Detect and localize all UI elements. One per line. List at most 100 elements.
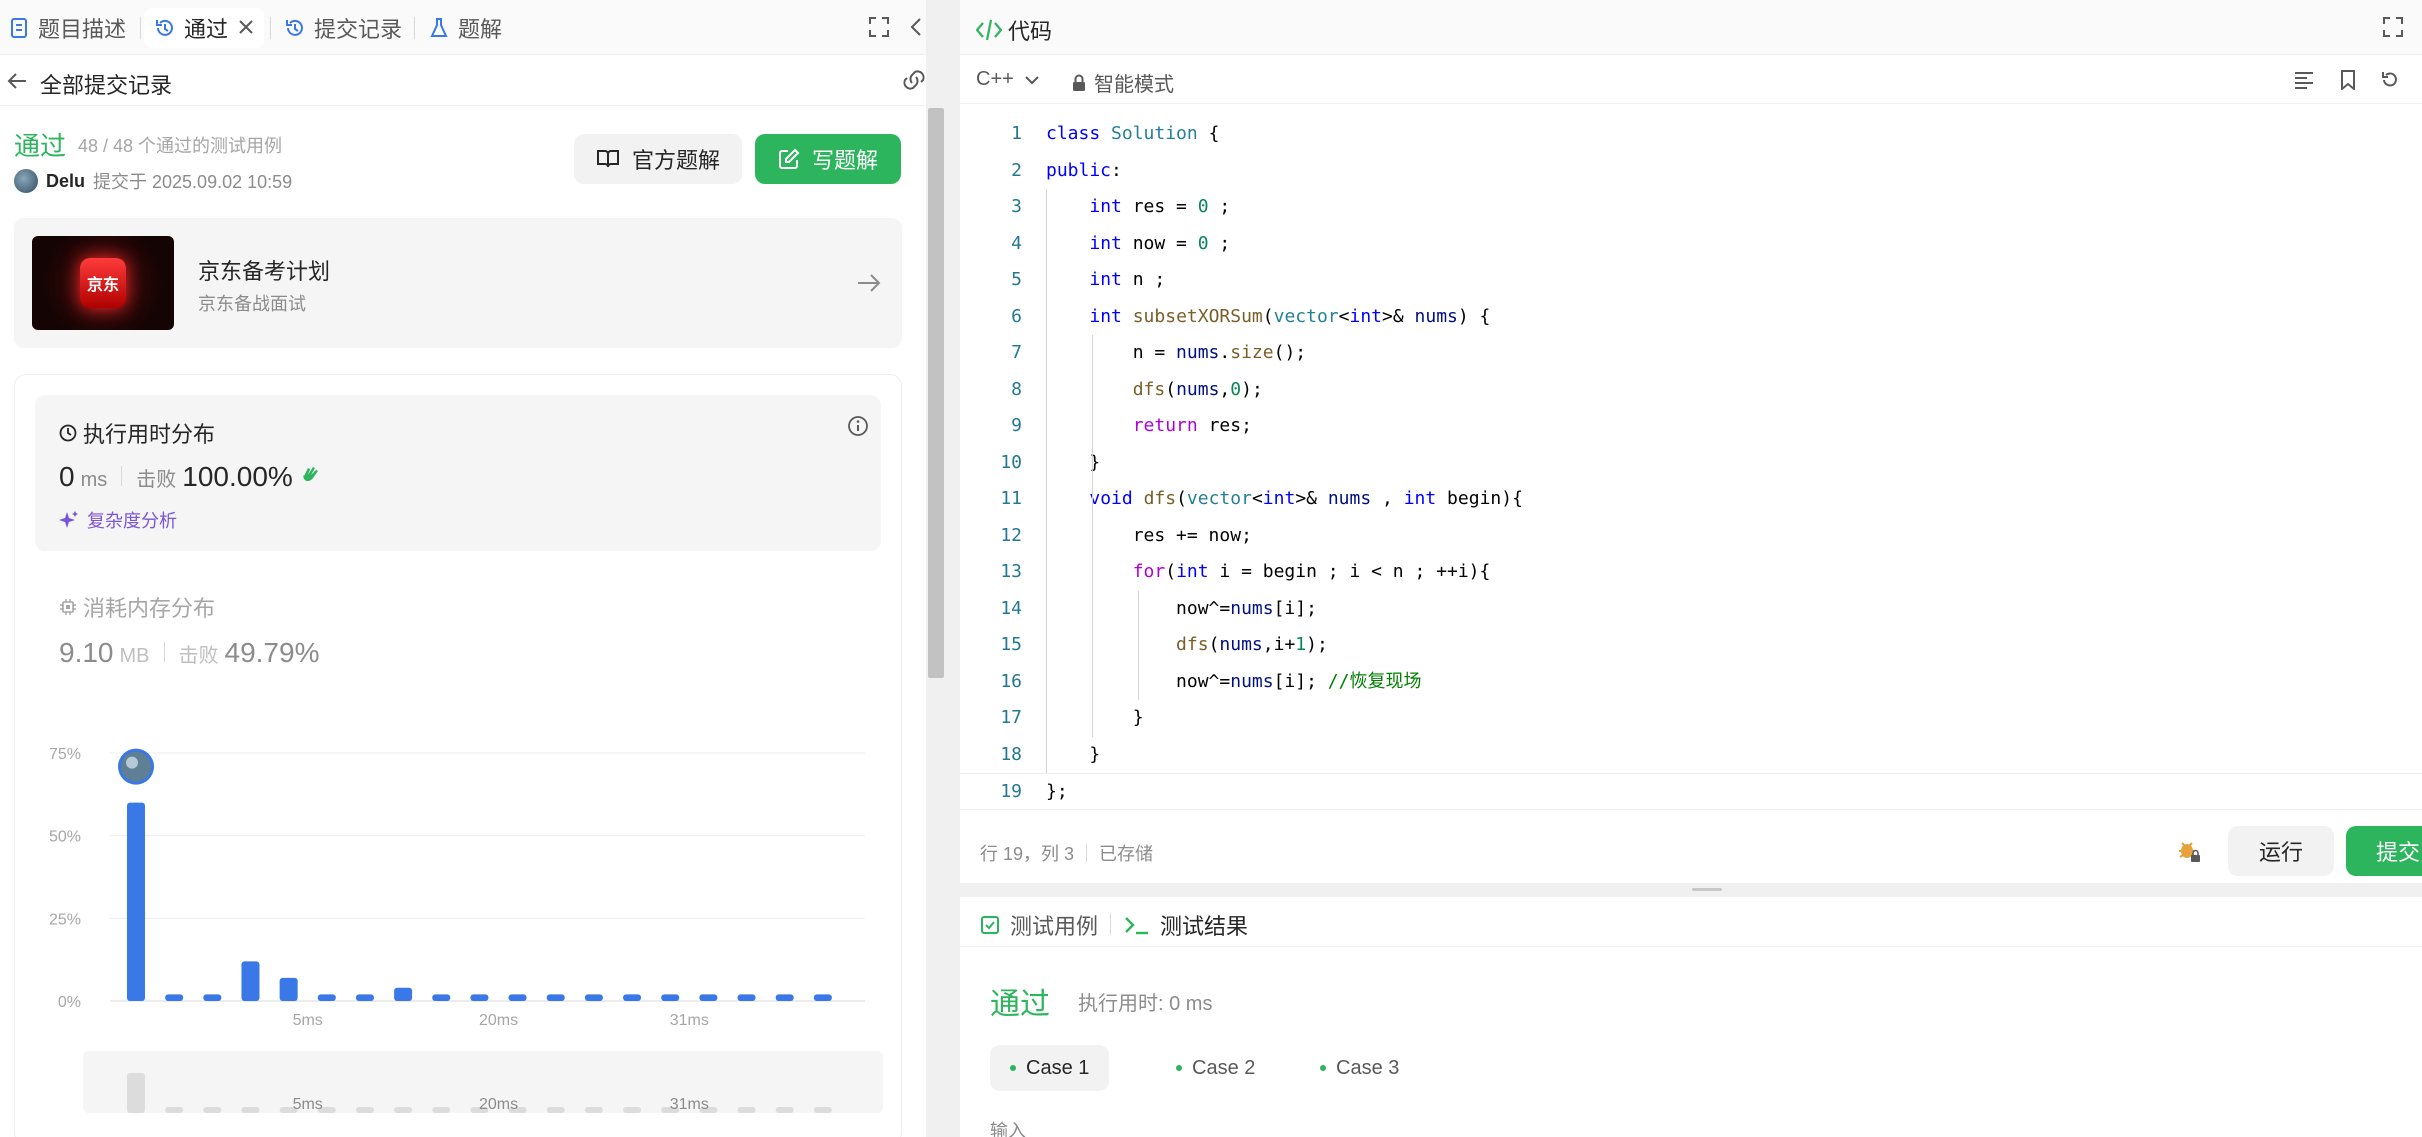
code-line[interactable]: 11 void dfs(vector<int>& nums , int begi…	[960, 481, 2422, 518]
line-number: 11	[1000, 488, 1022, 509]
editor-header: 代码	[960, 0, 2422, 55]
debug-lock-icon[interactable]	[2176, 838, 2202, 864]
tab-passed[interactable]: 通过	[144, 8, 265, 48]
line-number: 14	[1000, 597, 1022, 619]
code-line[interactable]: 9 return res;	[960, 408, 2422, 445]
terminal-icon	[1125, 917, 1148, 935]
chart-bar	[355, 994, 374, 1001]
code-line[interactable]: 16 now^=nums[i]; //恢复现场	[960, 664, 2422, 701]
close-icon[interactable]	[238, 15, 254, 41]
line-number: 4	[1011, 232, 1022, 254]
code-line[interactable]: 1 class Solution {	[960, 116, 2422, 153]
all-submissions-link[interactable]: 全部提交记录	[40, 68, 172, 100]
runtime-distribution-chart[interactable]: 75% 50% 25% 0% 5ms 20ms 31ms 5ms 20ms 31ms	[15, 375, 903, 1137]
code-text: dfs(nums,0);	[1132, 378, 1263, 400]
performance-card: 执行用时分布 0 ms 击败 100.00% 复杂度分析 消耗内存分布 9.10…	[14, 374, 902, 1137]
code-text: int now = 0 ;	[1089, 232, 1231, 254]
submit-button[interactable]: 提交	[2346, 826, 2422, 876]
line-number: 16	[1000, 670, 1022, 692]
write-solution-button[interactable]: 写题解	[755, 134, 901, 184]
checkbox-icon	[981, 916, 999, 934]
tab-submissions[interactable]: 提交记录	[284, 8, 402, 48]
code-line[interactable]: 17 }	[960, 700, 2422, 737]
overview-bar	[623, 1107, 642, 1113]
code-line[interactable]: 18 }	[960, 737, 2422, 774]
x-tick-label: 20ms	[479, 1012, 518, 1029]
chevron-left-icon[interactable]	[906, 12, 926, 42]
line-number: 8	[1011, 378, 1022, 400]
line-number: 3	[1011, 196, 1022, 217]
overview-bar	[394, 1107, 413, 1113]
fullscreen-icon[interactable]	[2378, 12, 2408, 42]
fullscreen-icon[interactable]	[864, 12, 894, 42]
code-line[interactable]: 6 int subsetXORSum(vector<int>& nums) {	[960, 299, 2422, 336]
overview-tick-label: 31ms	[670, 1096, 709, 1113]
x-tick-label: 31ms	[670, 1012, 709, 1029]
code-text: res += now;	[1046, 524, 1252, 546]
breadcrumb: 全部提交记录	[0, 56, 926, 106]
horizontal-splitter[interactable]	[960, 883, 2422, 897]
code-line[interactable]: 8 dfs(nums,0);	[960, 372, 2422, 409]
tab-solutions[interactable]: 题解	[428, 8, 502, 48]
username[interactable]: Delu	[46, 171, 85, 192]
reset-icon[interactable]	[2376, 66, 2404, 94]
chart-bar	[241, 961, 260, 1001]
code-line[interactable]: 19};	[960, 773, 2422, 810]
code-text: dfs(nums,i+1);	[1176, 634, 1328, 655]
left-scrollbar[interactable]	[928, 108, 944, 678]
history-icon	[284, 17, 306, 39]
tab-divider	[414, 17, 415, 39]
code-line[interactable]: 3 int res = 0 ;	[960, 189, 2422, 226]
overview-bar	[432, 1107, 451, 1113]
splitter-grip	[1692, 888, 1722, 891]
code-line[interactable]: 12 res += now;	[960, 518, 2422, 555]
chart-bar	[394, 987, 413, 1001]
overview-bar	[241, 1107, 260, 1113]
code-text: }	[1046, 707, 1144, 728]
overview-bar	[737, 1107, 756, 1113]
tab-divider	[270, 17, 271, 39]
tab-testcase[interactable]: 测试用例	[980, 909, 1098, 941]
avatar[interactable]	[14, 169, 38, 193]
divider	[1086, 844, 1088, 862]
chart-bar	[661, 994, 680, 1001]
overview-bar	[775, 1107, 794, 1113]
case-tab-2[interactable]: Case 2	[1156, 1045, 1275, 1091]
chart-bar	[813, 994, 832, 1001]
chart-bar	[737, 994, 756, 1001]
format-icon[interactable]	[2290, 66, 2318, 94]
status-dot	[1176, 1065, 1182, 1071]
code-line[interactable]: 15 dfs(nums,i+1);	[960, 627, 2422, 664]
smart-mode-toggle[interactable]: 智能模式	[1072, 68, 1174, 97]
code-line[interactable]: 7 n = nums.size();	[960, 335, 2422, 372]
code-line[interactable]: 14 now^=nums[i];	[960, 591, 2422, 628]
flask-icon	[428, 17, 450, 39]
tab-description[interactable]: 题目描述	[8, 8, 126, 48]
code-text: class Solution {	[1046, 123, 1220, 144]
code-line[interactable]: 4 int now = 0 ;	[960, 226, 2422, 263]
case-tab-3[interactable]: Case 3	[1300, 1045, 1419, 1091]
promo-card[interactable]: 京东 京东备考计划 京东备战面试	[14, 218, 902, 348]
line-number: 7	[1011, 342, 1022, 363]
arrow-left-icon[interactable]	[4, 68, 30, 94]
indent-guide	[1046, 189, 1047, 773]
tab-test-result[interactable]: 测试结果	[1124, 909, 1248, 941]
chart-bar	[317, 994, 336, 1001]
code-line[interactable]: 2 public:	[960, 153, 2422, 190]
submission-status: 通过	[14, 131, 67, 161]
code-line[interactable]: 10 }	[960, 445, 2422, 482]
line-number: 5	[1011, 269, 1022, 290]
run-button[interactable]: 运行	[2228, 826, 2334, 876]
code-text: return res;	[1132, 415, 1252, 436]
official-solution-button[interactable]: 官方题解	[574, 134, 742, 184]
arrow-right-icon	[854, 268, 884, 298]
line-number: 19	[1000, 781, 1022, 802]
code-editor-panel: 代码 C++ 智能模式 1 class Solution {2 public: 3 i…	[960, 0, 2422, 883]
bookmark-icon[interactable]	[2334, 66, 2362, 94]
case-tab-1[interactable]: Case 1	[990, 1045, 1110, 1091]
code-line[interactable]: 13 for(int i = begin ; i < n ; ++i){	[960, 554, 2422, 591]
code-text: for(int i = begin ; i < n ; ++i){	[1132, 561, 1491, 582]
code-line[interactable]: 5 int n ;	[960, 262, 2422, 299]
overview-tick-label: 5ms	[293, 1096, 323, 1113]
language-select[interactable]: C++	[976, 68, 1040, 91]
